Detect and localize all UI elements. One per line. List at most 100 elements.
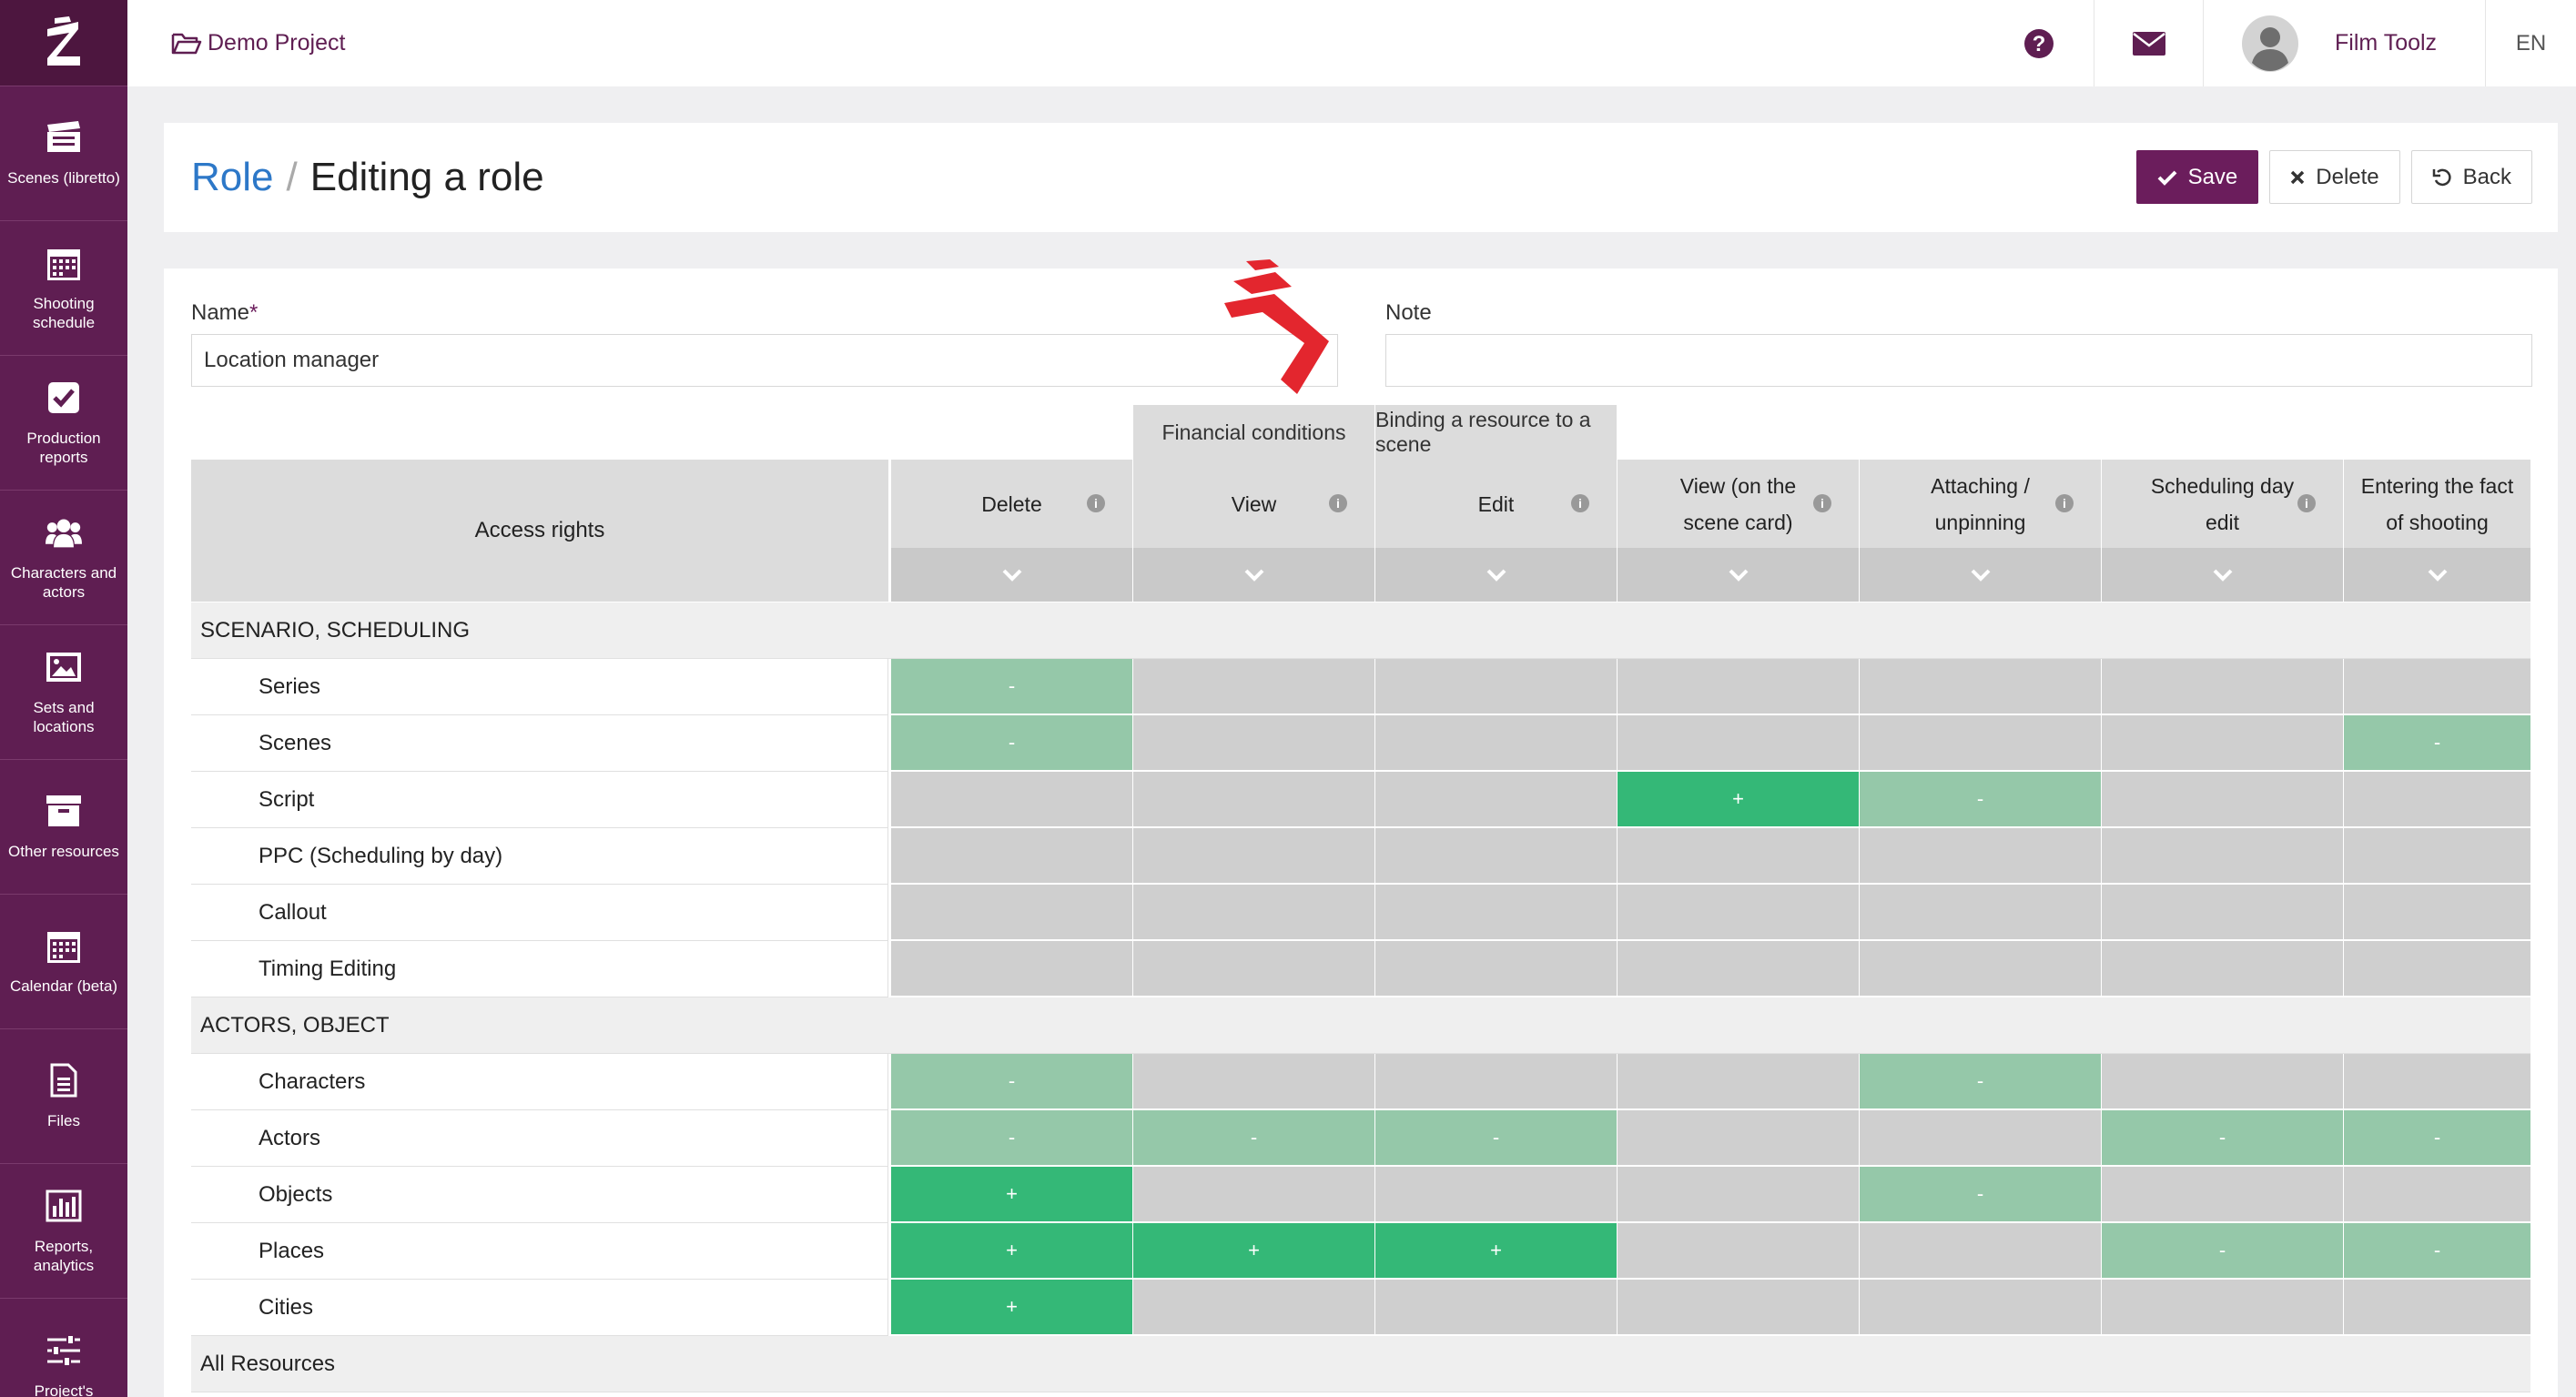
permission-cell[interactable]: -	[2101, 1110, 2343, 1166]
permission-cell[interactable]	[1617, 659, 1859, 714]
permission-cell[interactable]: +	[890, 1167, 1132, 1222]
permission-cell[interactable]: -	[890, 659, 1132, 714]
permission-cell[interactable]	[2343, 659, 2530, 714]
note-input[interactable]	[1385, 334, 2532, 387]
permission-cell[interactable]	[1132, 1054, 1374, 1109]
sidebar-item-calendar[interactable]: Calendar (beta)	[0, 895, 127, 1029]
permission-cell[interactable]	[1617, 1280, 1859, 1335]
permission-cell[interactable]: -	[1859, 1167, 2101, 1222]
permission-cell[interactable]	[1374, 659, 1617, 714]
permission-cell[interactable]	[1859, 941, 2101, 997]
back-button[interactable]: Back	[2410, 150, 2532, 204]
permission-cell[interactable]	[2343, 1054, 2530, 1109]
permission-cell[interactable]	[1374, 772, 1617, 827]
permission-cell[interactable]	[1859, 1223, 2101, 1279]
permission-cell[interactable]: -	[1374, 1110, 1617, 1166]
permission-cell[interactable]	[1132, 1167, 1374, 1222]
breadcrumb-role[interactable]: Role	[191, 155, 274, 199]
permission-cell[interactable]	[2101, 941, 2343, 997]
name-input[interactable]: Location manager	[191, 334, 1338, 387]
permission-cell[interactable]	[890, 885, 1132, 940]
permission-cell[interactable]	[890, 772, 1132, 827]
permission-cell[interactable]	[2101, 1280, 2343, 1335]
permission-cell[interactable]: -	[1132, 1110, 1374, 1166]
sidebar-item-reports[interactable]: Reports, analytics	[0, 1164, 127, 1299]
permission-cell[interactable]	[1374, 715, 1617, 771]
permission-cell[interactable]: +	[890, 1280, 1132, 1335]
permission-cell[interactable]	[1617, 1054, 1859, 1109]
permission-cell[interactable]	[2101, 659, 2343, 714]
permission-cell[interactable]	[2343, 885, 2530, 940]
permission-cell[interactable]	[1617, 1223, 1859, 1279]
column-toggle-entering-fact[interactable]	[2343, 548, 2530, 602]
sidebar-item-other-resources[interactable]: Other resources	[0, 760, 127, 895]
permission-cell[interactable]	[1617, 941, 1859, 997]
column-toggle-view-scene-card[interactable]	[1617, 548, 1859, 602]
permission-cell[interactable]	[890, 828, 1132, 884]
column-toggle-view[interactable]	[1132, 548, 1374, 602]
permission-cell[interactable]: +	[1132, 1223, 1374, 1279]
permission-cell[interactable]	[2101, 1167, 2343, 1222]
language-switcher[interactable]: EN	[2485, 0, 2576, 86]
permission-cell[interactable]: -	[890, 1110, 1132, 1166]
info-icon[interactable]: i	[1571, 494, 1589, 512]
permission-cell[interactable]	[1859, 715, 2101, 771]
permission-cell[interactable]	[1132, 1280, 1374, 1335]
info-icon[interactable]: i	[1087, 494, 1105, 512]
permission-cell[interactable]	[2101, 772, 2343, 827]
permission-cell[interactable]: -	[2343, 1223, 2530, 1279]
permission-cell[interactable]: +	[1374, 1223, 1617, 1279]
permission-cell[interactable]: +	[1617, 772, 1859, 827]
permission-cell[interactable]	[1132, 772, 1374, 827]
permission-cell[interactable]	[1132, 828, 1374, 884]
permission-cell[interactable]	[2343, 1280, 2530, 1335]
sidebar-item-shooting-schedule[interactable]: Shooting schedule	[0, 221, 127, 356]
column-toggle-attaching[interactable]	[1859, 548, 2101, 602]
permission-cell[interactable]	[1374, 885, 1617, 940]
project-selector[interactable]: Demo Project	[171, 30, 345, 56]
sidebar-item-sets[interactable]: Sets and locations	[0, 625, 127, 760]
permission-cell[interactable]	[1859, 885, 2101, 940]
permission-cell[interactable]	[1374, 941, 1617, 997]
permission-cell[interactable]	[1859, 828, 2101, 884]
sidebar-item-project-settings[interactable]: Project's	[0, 1299, 127, 1397]
messages-button[interactable]	[2094, 0, 2203, 86]
permission-cell[interactable]	[1132, 659, 1374, 714]
permission-cell[interactable]	[1374, 828, 1617, 884]
permission-cell[interactable]: -	[890, 1054, 1132, 1109]
info-icon[interactable]: i	[1813, 494, 1831, 512]
permission-cell[interactable]	[1617, 1110, 1859, 1166]
column-toggle-scheduling-day-edit[interactable]	[2101, 548, 2343, 602]
info-icon[interactable]: i	[2297, 494, 2316, 512]
permission-cell[interactable]: +	[890, 1223, 1132, 1279]
info-icon[interactable]: i	[2055, 494, 2074, 512]
permission-cell[interactable]	[1374, 1280, 1617, 1335]
permission-cell[interactable]	[2343, 772, 2530, 827]
permission-cell[interactable]: -	[1859, 1054, 2101, 1109]
permission-cell[interactable]	[1132, 885, 1374, 940]
permission-cell[interactable]: -	[890, 715, 1132, 771]
permission-cell[interactable]: -	[2343, 1110, 2530, 1166]
permission-cell[interactable]	[1859, 1110, 2101, 1166]
permission-cell[interactable]	[1617, 885, 1859, 940]
sidebar-item-scenes[interactable]: Scenes (libretto)	[0, 86, 127, 221]
info-icon[interactable]: i	[1329, 494, 1347, 512]
permission-cell[interactable]: -	[2343, 715, 2530, 771]
sidebar-item-characters[interactable]: Characters and actors	[0, 491, 127, 625]
user-menu[interactable]: Film Toolz	[2203, 0, 2485, 86]
sidebar-item-production-reports[interactable]: Production reports	[0, 356, 127, 491]
permission-cell[interactable]: -	[1859, 772, 2101, 827]
permission-cell[interactable]	[1859, 659, 2101, 714]
permission-cell[interactable]	[1132, 941, 1374, 997]
permission-cell[interactable]	[1617, 715, 1859, 771]
permission-cell[interactable]	[2101, 1054, 2343, 1109]
permission-cell[interactable]	[1617, 828, 1859, 884]
column-toggle-delete[interactable]	[890, 548, 1132, 602]
permission-cell[interactable]: -	[2101, 1223, 2343, 1279]
permission-cell[interactable]	[1617, 1167, 1859, 1222]
delete-button[interactable]: Delete	[2269, 150, 2400, 204]
permission-cell[interactable]	[2101, 885, 2343, 940]
permission-cell[interactable]	[1374, 1054, 1617, 1109]
app-logo[interactable]	[0, 0, 127, 86]
permission-cell[interactable]	[2343, 941, 2530, 997]
